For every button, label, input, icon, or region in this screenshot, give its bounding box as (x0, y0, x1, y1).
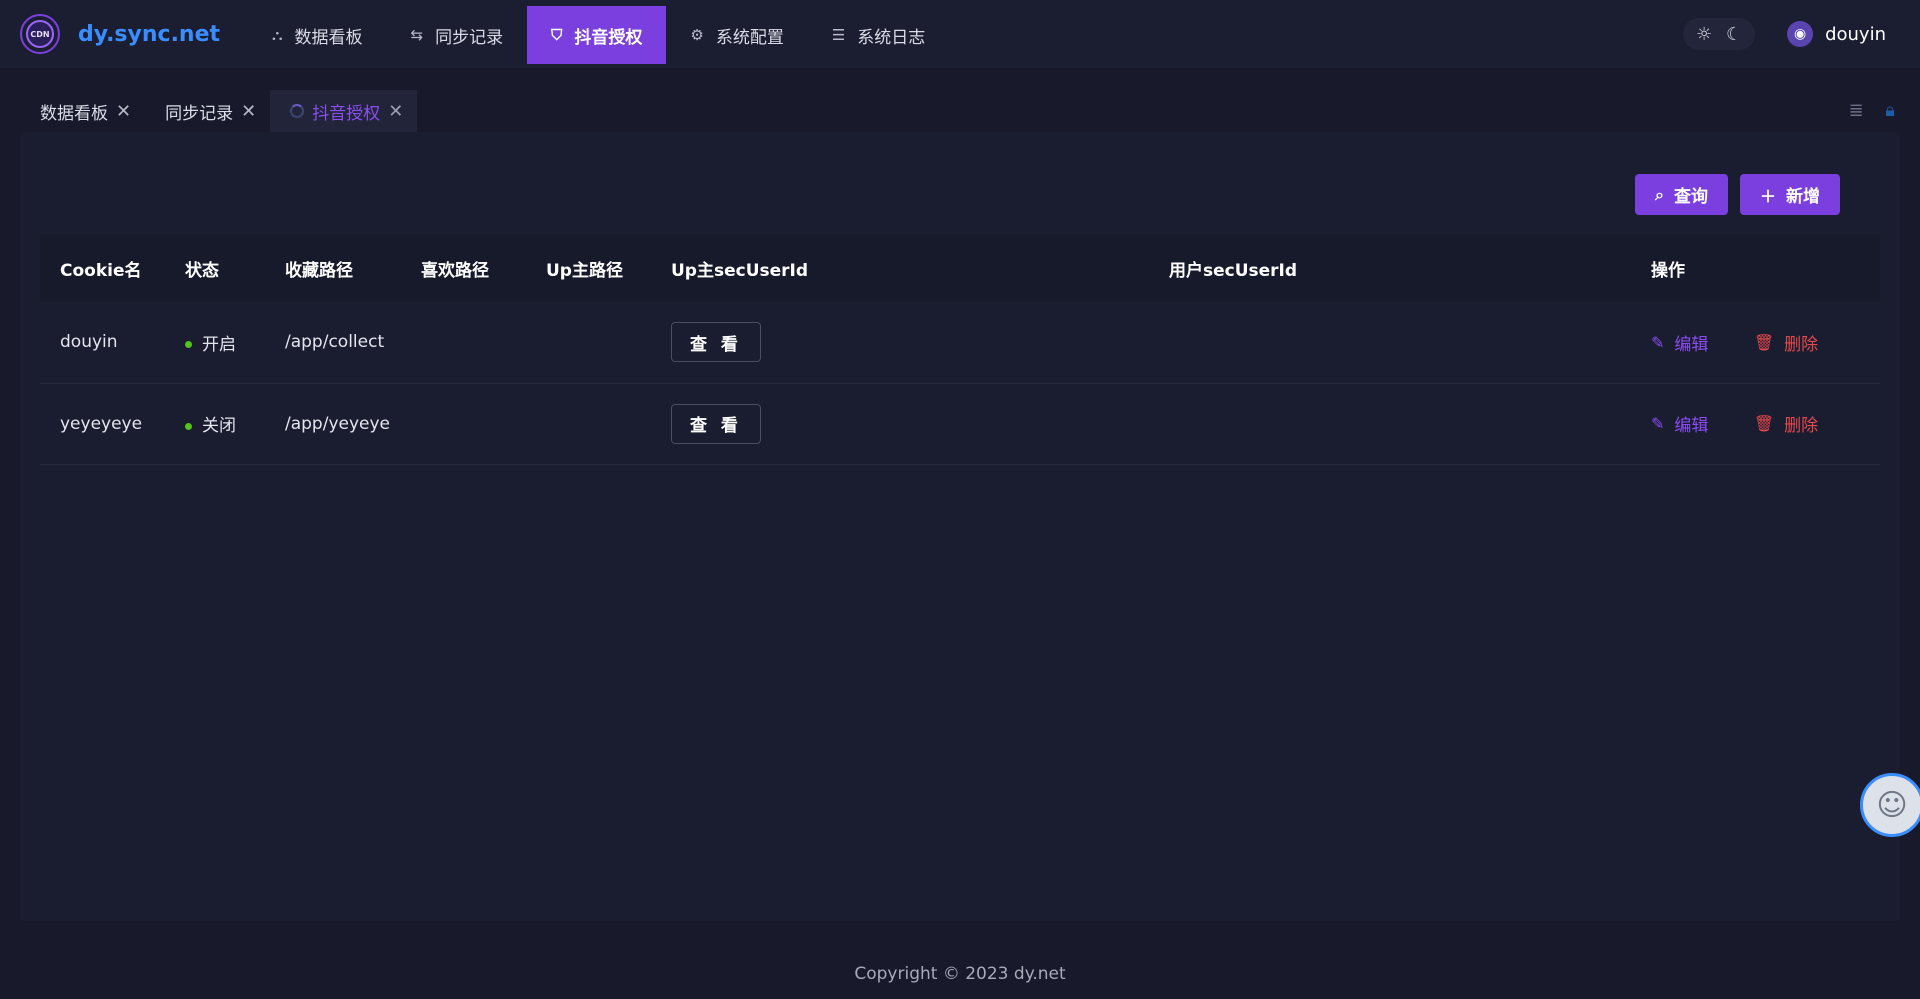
trash-icon: 🗑︎ (1753, 332, 1775, 352)
main-nav: ⛬ 数据看板 ⇆ 同步记录 ⛉ 抖音授权 ⚙ 系统配置 ☰ 系统日志 (248, 0, 949, 68)
delete-label: 删除 (1784, 334, 1819, 355)
nav-item-label: 数据看板 (294, 27, 363, 48)
operations-cell: ✎ 编辑 🗑︎ 删除 (1631, 302, 1880, 383)
logo-icon: CDN (20, 14, 60, 54)
delete-button[interactable]: 🗑︎ 删除 (1754, 411, 1818, 436)
table-row: yeyeyeye 关闭 /app/yeyeye 查 看 ✎ 编辑 🗑︎ 删除 (40, 383, 1880, 464)
like-path-cell (401, 383, 526, 464)
edit-label: 编辑 (1674, 334, 1709, 355)
status-text: 关闭 (202, 416, 236, 436)
nav-item-label: 系统配置 (715, 27, 784, 48)
list-icon: ☰ (831, 26, 846, 44)
sync-icon: ⇆ (410, 26, 424, 44)
up-secuserid-cell: 查 看 (651, 302, 1149, 383)
column-header: Up主路径 (546, 260, 623, 281)
tab-label: 抖音授权 (312, 103, 381, 124)
table-row: douyin 开启 /app/collect 查 看 ✎ 编辑 🗑︎ 删除 (40, 302, 1880, 383)
content-card: ⌕ 查询 ＋ 新增 Cookie名 状态 收藏路径 喜欢路径 Up主路径 Up主… (20, 132, 1900, 921)
close-icon[interactable]: ✕ (388, 101, 403, 122)
table-header-row: Cookie名 状态 收藏路径 喜欢路径 Up主路径 Up主secUserId … (40, 234, 1880, 302)
tab-dashboard[interactable]: 数据看板 ✕ (20, 90, 145, 132)
app-title[interactable]: dy.sync.net (78, 22, 220, 47)
assistant-bot-icon[interactable]: ☺ (1860, 773, 1920, 837)
edit-label: 编辑 (1674, 416, 1709, 436)
operations-cell: ✎ 编辑 🗑︎ 删除 (1631, 383, 1880, 464)
dashboard-icon: ⛬ (272, 26, 283, 44)
column-header: Cookie名 (60, 260, 142, 281)
nav-item-label: 抖音授权 (574, 27, 643, 48)
status-cell: 开启 (165, 302, 265, 383)
nav-item-system-config[interactable]: ⚙ 系统配置 (666, 6, 807, 64)
up-path-cell (526, 302, 651, 383)
layout-icon[interactable]: ≣ (1846, 100, 1866, 121)
delete-button[interactable]: 🗑︎ 删除 (1754, 330, 1818, 355)
close-icon[interactable]: ✕ (116, 101, 131, 122)
up-path-cell (526, 383, 651, 464)
tab-tools: ≣ 🔒︎ (1846, 100, 1900, 121)
gear-icon: ⚙ (690, 26, 704, 44)
nav-item-douyin-auth[interactable]: ⛉ 抖音授权 (527, 6, 667, 64)
column-header: Up主secUserId (671, 260, 809, 281)
topbar-right: ☼ ☾ ◉ douyin (1683, 18, 1886, 50)
shield-icon: ⛉ (551, 26, 563, 44)
status-dot (185, 341, 192, 349)
user-secuserid-cell (1149, 302, 1631, 383)
logo[interactable]: CDN dy.sync.net (20, 14, 220, 54)
nav-item-label: 系统日志 (857, 27, 926, 48)
query-button-label: 查询 (1673, 187, 1708, 207)
auth-table: Cookie名 状态 收藏路径 喜欢路径 Up主路径 Up主secUserId … (40, 234, 1880, 465)
sun-icon[interactable]: ☼ (1693, 23, 1715, 45)
column-header: 状态 (185, 260, 219, 281)
nav-item-system-log[interactable]: ☰ 系统日志 (808, 6, 949, 64)
theme-toggle[interactable]: ☼ ☾ (1683, 18, 1756, 50)
action-bar: ⌕ 查询 ＋ 新增 (1635, 174, 1840, 215)
column-header: 用户secUserId (1169, 260, 1298, 281)
tab-label: 数据看板 (40, 103, 108, 124)
column-header: 收藏路径 (285, 260, 353, 281)
nav-item-sync-records[interactable]: ⇆ 同步记录 (387, 6, 528, 64)
user-menu[interactable]: ◉ douyin (1787, 21, 1886, 47)
query-button[interactable]: ⌕ 查询 (1635, 174, 1728, 215)
moon-icon[interactable]: ☾ (1723, 23, 1745, 45)
edit-icon: ✎ (1651, 332, 1665, 352)
plus-icon: ＋ (1759, 186, 1776, 206)
collect-path-cell: /app/collect (285, 332, 385, 353)
view-button[interactable]: 查 看 (671, 322, 761, 363)
github-icon: ◉ (1787, 21, 1814, 47)
cookie-name-cell: douyin (60, 332, 118, 353)
column-header: 喜欢路径 (421, 260, 489, 281)
edit-button[interactable]: ✎ 编辑 (1651, 411, 1708, 436)
edit-icon: ✎ (1651, 414, 1665, 433)
status-text: 开启 (202, 334, 236, 355)
tab-label: 同步记录 (165, 103, 234, 124)
user-secuserid-cell (1149, 383, 1631, 464)
column-header: 操作 (1651, 260, 1685, 281)
delete-label: 删除 (1784, 416, 1819, 436)
page-tabs: 数据看板 ✕ 同步记录 ✕ 抖音授权 ✕ (20, 90, 418, 132)
logo-mark-text: CDN (26, 20, 54, 48)
tab-sync-records[interactable]: 同步记录 ✕ (145, 90, 270, 132)
add-button[interactable]: ＋ 新增 (1739, 174, 1840, 215)
cookie-name-cell: yeyeyeye (60, 413, 143, 434)
tab-douyin-auth[interactable]: 抖音授权 ✕ (270, 90, 418, 132)
view-button[interactable]: 查 看 (671, 403, 761, 444)
top-navbar: CDN dy.sync.net ⛬ 数据看板 ⇆ 同步记录 ⛉ 抖音授权 ⚙ 系… (0, 0, 1920, 69)
status-dot (185, 422, 192, 430)
edit-button[interactable]: ✎ 编辑 (1651, 330, 1708, 355)
close-icon[interactable]: ✕ (241, 101, 256, 122)
footer-copyright: Copyright © 2023 dy.net (854, 964, 1066, 984)
status-cell: 关闭 (165, 383, 265, 464)
username: douyin (1825, 23, 1886, 45)
add-button-label: 新增 (1786, 187, 1820, 207)
nav-item-label: 同步记录 (435, 27, 504, 48)
loading-icon (290, 104, 305, 118)
up-secuserid-cell: 查 看 (651, 383, 1149, 464)
lock-icon[interactable]: 🔒︎ (1880, 100, 1900, 121)
trash-icon: 🗑︎ (1753, 414, 1775, 433)
collect-path-cell: /app/yeyeye (285, 413, 391, 434)
search-icon: ⌕ (1655, 184, 1664, 204)
like-path-cell (401, 302, 526, 383)
nav-item-dashboard[interactable]: ⛬ 数据看板 (248, 6, 387, 64)
